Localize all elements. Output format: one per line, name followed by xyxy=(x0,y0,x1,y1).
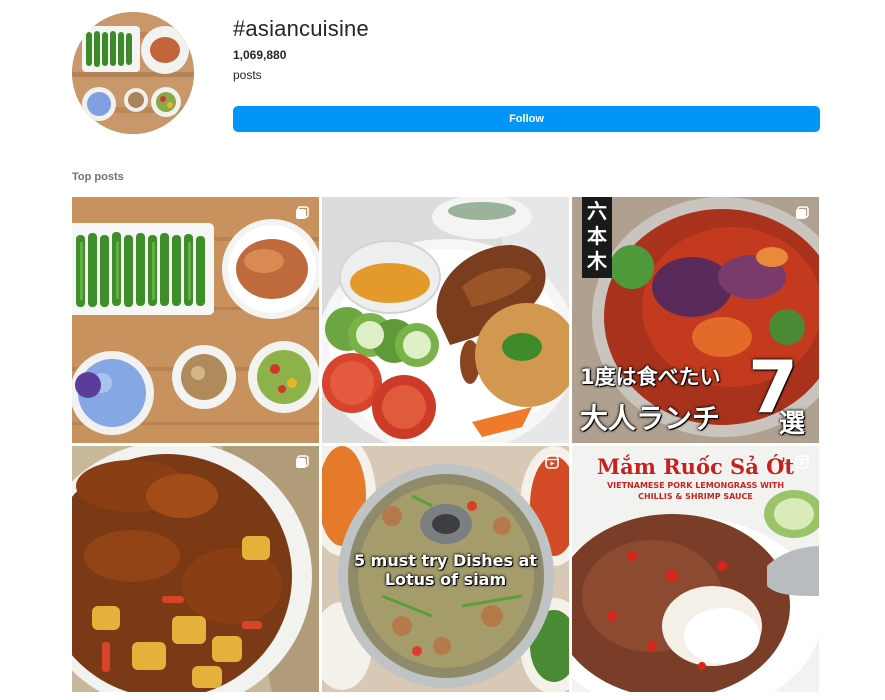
post-tile-roast-chicken[interactable] xyxy=(72,446,319,692)
carousel-icon xyxy=(296,206,309,219)
follow-button[interactable]: Follow xyxy=(233,106,820,132)
hashtag-header: #asiancuisine 1,069,880 posts Follow xyxy=(72,12,822,137)
location-vertical-text: 六本木 xyxy=(582,197,612,278)
post-subtitle-line1: VIETNAMESE PORK LEMONGRASS WITH xyxy=(606,481,785,490)
top-posts-grid: 六本木 1度は食べたい 大人ランチ 7 選 5 must try Dishes … xyxy=(72,197,820,692)
post-subtitle: VIETNAMESE PORK LEMONGRASS WITH CHILLIS … xyxy=(572,480,819,502)
post-title: Mắm Ruốc Sả Ớt xyxy=(596,454,795,479)
post-image xyxy=(322,197,569,443)
post-image xyxy=(72,446,319,692)
post-tile-grilled-chicken-rice[interactable] xyxy=(322,197,569,443)
reel-icon xyxy=(795,455,809,469)
post-count: 1,069,880 xyxy=(233,48,287,62)
post-tile-mam-ruoc-sa-ot[interactable]: Mắm Ruốc Sả Ớt VIETNAMESE PORK LEMONGRAS… xyxy=(572,446,819,692)
carousel-icon xyxy=(296,455,309,468)
post-count-label: posts xyxy=(233,68,262,82)
reel-caption-line2: 大人ランチ xyxy=(580,402,721,435)
reel-caption-suffix: 選 xyxy=(779,409,806,439)
reel-icon xyxy=(545,455,559,469)
avatar-food-image xyxy=(72,12,194,134)
reel-caption: 5 must try Dishes at Lotus of siam xyxy=(322,551,569,589)
hashtag-page: #asiancuisine 1,069,880 posts Follow Top… xyxy=(0,0,885,700)
hashtag-title: #asiancuisine xyxy=(233,16,369,41)
reel-caption-line2: Lotus of siam xyxy=(384,570,507,589)
carousel-icon xyxy=(796,206,809,219)
post-tile-roppongi-lunch[interactable]: 六本木 1度は食べたい 大人ランチ 7 選 xyxy=(572,197,819,443)
post-tile-lotus-of-siam[interactable]: 5 must try Dishes at Lotus of siam xyxy=(322,446,569,692)
reel-caption-line1: 5 must try Dishes at xyxy=(353,551,538,570)
top-posts-heading: Top posts xyxy=(72,171,124,183)
post-subtitle-line2: CHILLIS & SHRIMP SAUCE xyxy=(638,492,753,501)
post-tile-greens-pork-chop[interactable] xyxy=(72,197,319,443)
reel-caption-line1: 1度は食べたい xyxy=(580,365,721,389)
hashtag-avatar xyxy=(72,12,194,134)
post-image xyxy=(72,197,319,443)
